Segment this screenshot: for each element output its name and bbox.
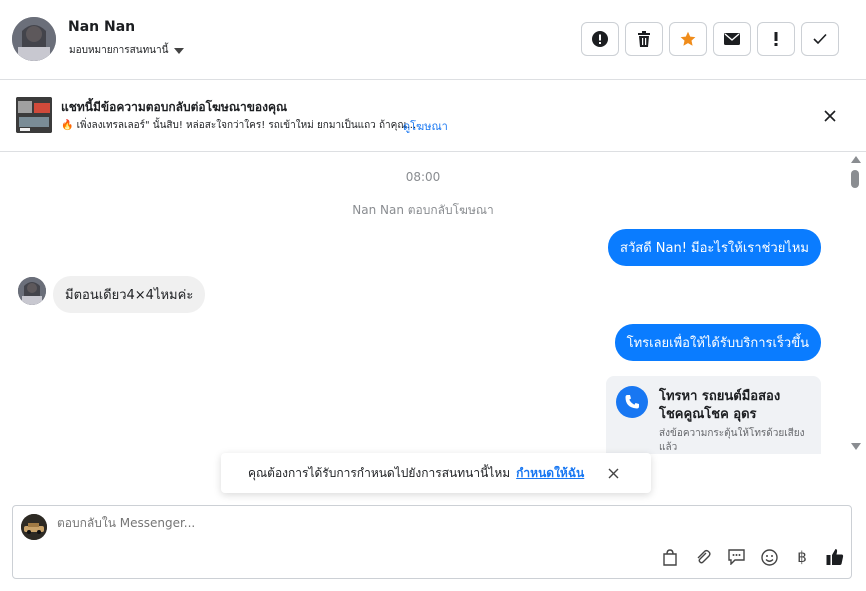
assign-to-me-link[interactable]: กำหนดให้ฉัน bbox=[516, 464, 584, 483]
scrollbar-thumb[interactable] bbox=[851, 170, 859, 188]
paperclip-icon[interactable] bbox=[692, 546, 714, 568]
thread-scrollbar[interactable] bbox=[846, 152, 866, 454]
thumbs-up-icon[interactable] bbox=[824, 546, 846, 568]
toast-text: คุณต้องการได้รับการกำหนดไปยังการสนทนานี้… bbox=[248, 465, 511, 480]
mark-unread-button[interactable] bbox=[713, 22, 751, 56]
outgoing-message[interactable]: สวัสดี Nan! มีอะไรให้เราช่วยไหม bbox=[608, 229, 821, 266]
conversation-header: Nan Nan มอบหมายการสนทนานี้ bbox=[0, 0, 866, 80]
mark-spam-button[interactable] bbox=[581, 22, 619, 56]
ad-reply-banner: แชทนี้มีข้อความตอบกลับต่อโฆษณาของคุณ 🔥 เ… bbox=[0, 80, 866, 152]
delete-button[interactable] bbox=[625, 22, 663, 56]
scroll-up-icon[interactable] bbox=[851, 156, 861, 163]
star-icon bbox=[680, 31, 696, 46]
toast-close-button[interactable] bbox=[605, 465, 621, 481]
conversation-actions bbox=[581, 22, 839, 56]
close-icon bbox=[824, 110, 836, 122]
ad-thumbnail bbox=[16, 97, 52, 133]
phone-icon bbox=[616, 386, 648, 418]
chevron-down-icon bbox=[174, 47, 185, 54]
assign-conversation-dropdown[interactable]: มอบหมายการสนทนานี้ bbox=[69, 43, 185, 58]
check-icon bbox=[813, 33, 827, 45]
system-note: Nan Nan ตอบกลับโฆษณา bbox=[352, 203, 494, 217]
message-thread[interactable]: 08:00 Nan Nan ตอบกลับโฆษณา สวัสดี Nan! ม… bbox=[0, 152, 846, 454]
follow-up-button[interactable] bbox=[757, 22, 795, 56]
close-icon bbox=[608, 468, 618, 478]
reply-composer: ฿ bbox=[12, 505, 852, 579]
message-timestamp: 08:00 bbox=[405, 170, 441, 184]
call-card-title: โทรหา รถยนต์มือสอง โชคคูณโชค อุดร bbox=[659, 389, 781, 422]
close-banner-button[interactable] bbox=[820, 106, 840, 126]
scroll-down-icon[interactable] bbox=[851, 443, 861, 450]
contact-name[interactable]: Nan Nan bbox=[68, 19, 135, 35]
page-avatar bbox=[21, 514, 47, 540]
assign-label: มอบหมายการสนทนานี้ bbox=[69, 45, 169, 56]
call-button-card[interactable]: โทรหา รถยนต์มือสอง โชคคูณโชค อุดร ส่งข้อ… bbox=[606, 376, 821, 454]
envelope-icon bbox=[724, 33, 740, 45]
emoji-icon[interactable] bbox=[758, 546, 780, 568]
saved-reply-icon[interactable] bbox=[725, 546, 747, 568]
assign-toast: คุณต้องการได้รับการกำหนดไปยังการสนทนานี้… bbox=[221, 453, 651, 493]
outgoing-message[interactable]: โทรเลยเพื่อให้ได้รับบริการเร็วขึ้น bbox=[614, 324, 821, 361]
contact-avatar-small bbox=[18, 277, 46, 305]
shopping-bag-icon[interactable] bbox=[659, 546, 681, 568]
ad-banner-title: แชทนี้มีข้อความตอบกลับต่อโฆษณาของคุณ bbox=[61, 100, 288, 114]
alert-circle-icon bbox=[592, 31, 608, 47]
view-ad-link[interactable]: ดูโฆษณา bbox=[403, 117, 448, 135]
star-button[interactable] bbox=[669, 22, 707, 56]
baht-icon[interactable]: ฿ bbox=[791, 546, 813, 568]
trash-icon bbox=[638, 31, 650, 47]
mark-done-button[interactable] bbox=[801, 22, 839, 56]
call-card-subtitle: ส่งข้อความกระตุ้นให้โทรด้วยเสียง แล้ว bbox=[659, 428, 805, 453]
incoming-message[interactable]: มีตอนเดียว4×4ไหมค่ะ bbox=[53, 276, 206, 313]
composer-toolbar: ฿ bbox=[659, 546, 846, 568]
contact-avatar[interactable] bbox=[12, 17, 56, 61]
reply-input[interactable] bbox=[57, 516, 557, 530]
exclamation-icon bbox=[774, 32, 778, 46]
ad-snippet: 🔥 เพิ่งลงเทรลเลอร์" นั้นสิบ! หล่อสะใจกว่… bbox=[61, 120, 417, 131]
